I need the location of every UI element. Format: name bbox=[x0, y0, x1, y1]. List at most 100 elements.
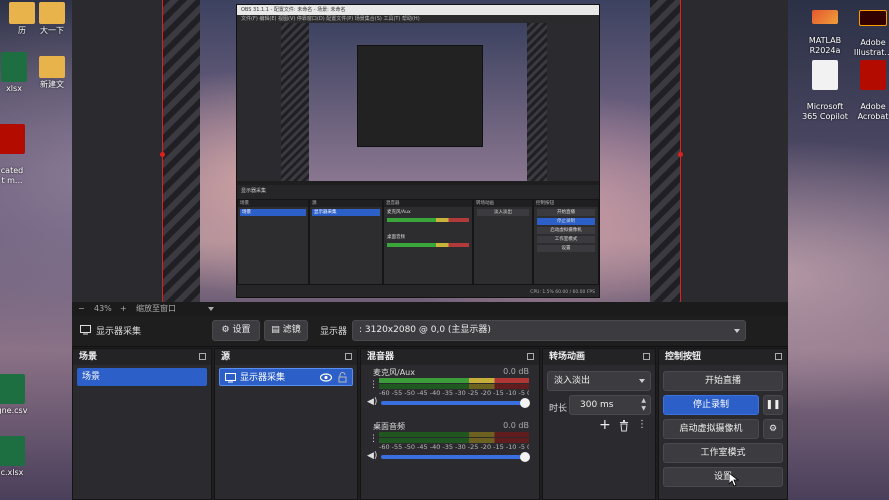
settings-button[interactable]: 设置 bbox=[663, 467, 783, 487]
resize-handle-right[interactable] bbox=[678, 152, 683, 157]
trash-icon[interactable] bbox=[619, 420, 629, 432]
zoom-bar: − 43% + 缩放至窗口 bbox=[72, 302, 788, 316]
resize-handle-left[interactable] bbox=[160, 152, 165, 157]
zoom-value: 43% bbox=[94, 304, 112, 313]
source-bounds-left bbox=[162, 0, 163, 302]
speaker-icon[interactable]: ◀) bbox=[367, 452, 377, 461]
filters-button[interactable]: ▤ 滤镜 bbox=[264, 320, 308, 341]
captured-scene-item: 场景 bbox=[240, 209, 306, 216]
captured-docks: 显示器采集 场景 场景 源 显示器采集 混音器 麦克风/Aux 桌面音频 转场动… bbox=[237, 185, 599, 297]
zoom-in-button[interactable]: + bbox=[120, 302, 127, 316]
filters-label: 滤镜 bbox=[282, 325, 301, 335]
captured-mixer-dock: 混音器 麦克风/Aux 桌面音频 bbox=[383, 199, 473, 285]
captured-transitions-dock: 转场动画 淡入淡出 bbox=[473, 199, 533, 285]
mixer-header: 混音器 bbox=[361, 349, 539, 365]
display-select[interactable]: : 3120x2080 @ 0,0 (主显示器) bbox=[352, 320, 746, 341]
obs-window: OBS 31.1.1 - 配置文件: 未命名 - 场景: 未命名 文件(F) 编… bbox=[72, 0, 788, 500]
controls-header: 控制按钮 bbox=[659, 349, 787, 365]
document-icon bbox=[812, 60, 838, 90]
speaker-icon[interactable]: ◀) bbox=[367, 398, 377, 407]
pause-icon: ❚❚ bbox=[765, 400, 781, 410]
captured-controls-dock: 控制按钮 开始直播 停止录制 启动虚拟摄像机 工作室模式 设置 bbox=[533, 199, 599, 285]
meter-scale: -60 -55 -50 -45 -40 -35 -30 -25 -20 -15 … bbox=[379, 389, 529, 397]
more-options-icon[interactable]: ⋮ bbox=[637, 419, 647, 430]
source-settings-button[interactable]: ⚙ 设置 bbox=[212, 320, 260, 341]
desktop-icon-label: Microsoft 365 Copilot bbox=[802, 102, 848, 121]
duration-value: 300 ms bbox=[580, 400, 614, 410]
meter-scale: -60 -55 -50 -45 -40 -35 -30 -25 -20 -15 … bbox=[379, 443, 529, 451]
display-label: 显示器 bbox=[320, 327, 348, 337]
display-select-value: : 3120x2080 @ 0,0 (主显示器) bbox=[359, 325, 491, 335]
undock-icon[interactable] bbox=[199, 353, 206, 360]
captured-preview bbox=[237, 23, 599, 181]
transition-select-value: 淡入淡出 bbox=[554, 376, 591, 386]
preview-area[interactable]: OBS 31.1.1 - 配置文件: 未命名 - 场景: 未命名 文件(F) 编… bbox=[72, 0, 788, 302]
volume-slider[interactable] bbox=[381, 398, 530, 408]
captured-sources-dock: 源 显示器采集 bbox=[309, 199, 383, 285]
studio-mode-button[interactable]: 工作室模式 bbox=[663, 443, 783, 463]
captured-meter bbox=[387, 218, 469, 222]
captured-stripe bbox=[527, 23, 547, 181]
pause-recording-button[interactable]: ❚❚ bbox=[763, 395, 783, 415]
captured-settings: 设置 bbox=[537, 245, 595, 252]
captured-status: CPU: 1.5% 60.00 / 60.00 FPS bbox=[530, 290, 595, 295]
volume-slider-handle[interactable] bbox=[520, 398, 530, 408]
transitions-dock: 转场动画 淡入淡出 时长 300 ms ▲ ▼ + ⋮ bbox=[542, 348, 656, 500]
chevron-down-icon bbox=[734, 328, 740, 333]
virtual-camera-settings-button[interactable]: ⚙ bbox=[763, 419, 783, 439]
start-virtual-camera-button[interactable]: 启动虚拟摄像机 bbox=[663, 419, 759, 439]
volume-slider[interactable] bbox=[381, 452, 530, 462]
undock-icon[interactable] bbox=[527, 353, 534, 360]
start-stream-button[interactable]: 开始直播 bbox=[663, 371, 783, 391]
stepper-arrows-icon[interactable]: ▲ ▼ bbox=[641, 397, 646, 413]
zoom-out-button[interactable]: − bbox=[78, 302, 85, 316]
duration-label: 时长 bbox=[549, 404, 568, 414]
undock-icon[interactable] bbox=[775, 353, 782, 360]
lock-icon[interactable] bbox=[338, 372, 347, 383]
sources-dock: 源 显示器采集 bbox=[214, 348, 358, 500]
zoom-fit-button[interactable]: 缩放至窗口 bbox=[136, 302, 176, 316]
transitions-title: 转场动画 bbox=[549, 352, 586, 362]
eye-icon[interactable] bbox=[320, 373, 332, 382]
more-options-icon[interactable]: ⋮ bbox=[369, 435, 378, 444]
gear-icon: ⚙ bbox=[221, 325, 230, 335]
undock-icon[interactable] bbox=[643, 353, 650, 360]
preview-stripe-right bbox=[650, 0, 680, 302]
volume-slider-handle[interactable] bbox=[520, 452, 530, 462]
captured-controls-header: 控制按钮 bbox=[534, 200, 598, 207]
controls-title: 控制按钮 bbox=[665, 352, 702, 362]
mixer-channel-desktop: 桌面音频 0.0 dB ⋮ -60 -55 -50 -45 -40 -35 -3… bbox=[365, 419, 535, 471]
duration-input[interactable]: 300 ms ▲ ▼ bbox=[569, 395, 651, 415]
captured-mic: 麦克风/Aux bbox=[387, 210, 411, 215]
source-bounds-right bbox=[680, 0, 681, 302]
sources-title: 源 bbox=[221, 352, 231, 362]
controls-dock: 控制按钮 开始直播 停止录制 ❚❚ 启动虚拟摄像机 ⚙ 工作室模式 设置 bbox=[658, 348, 788, 500]
captured-transitions-header: 转场动画 bbox=[474, 200, 532, 207]
excel-icon bbox=[0, 436, 25, 466]
transition-select[interactable]: 淡入淡出 bbox=[547, 371, 651, 391]
zoom-dropdown-arrow[interactable] bbox=[208, 307, 214, 311]
channel-db: 0.0 dB bbox=[503, 421, 529, 430]
undock-icon[interactable] bbox=[345, 353, 352, 360]
monitor-icon bbox=[80, 325, 91, 335]
desktop-icon-label: xlsx bbox=[6, 84, 22, 93]
preview-stripe-left bbox=[162, 0, 200, 302]
stop-recording-button[interactable]: 停止录制 bbox=[663, 395, 759, 415]
desktop-icon-pdf-1[interactable]: cated t m... bbox=[0, 114, 42, 186]
captured-stripe bbox=[281, 23, 309, 181]
desktop-icon-excel-2[interactable]: gne.csv bbox=[0, 374, 42, 416]
desktop-icon-excel-3[interactable]: c.xlsx bbox=[0, 436, 42, 478]
captured-source-name: 显示器采集 bbox=[241, 188, 267, 194]
channel-name: 桌面音频 bbox=[373, 422, 405, 431]
scene-item[interactable]: 场景 bbox=[77, 368, 207, 386]
channel-name: 麦克风/Aux bbox=[373, 368, 415, 377]
preview-canvas[interactable]: OBS 31.1.1 - 配置文件: 未命名 - 场景: 未命名 文件(F) 编… bbox=[200, 0, 650, 302]
captured-stop-record: 停止录制 bbox=[537, 218, 595, 225]
captured-mixer-header: 混音器 bbox=[384, 200, 472, 207]
more-options-icon[interactable]: ⋮ bbox=[369, 381, 378, 390]
captured-studio: 工作室模式 bbox=[537, 236, 595, 243]
add-transition-button[interactable]: + bbox=[599, 417, 611, 433]
source-item-label: 显示器采集 bbox=[240, 373, 286, 383]
desktop-icon-acrobat[interactable]: Adobe Acrobat bbox=[843, 50, 889, 122]
source-item[interactable]: 显示器采集 bbox=[219, 368, 353, 386]
